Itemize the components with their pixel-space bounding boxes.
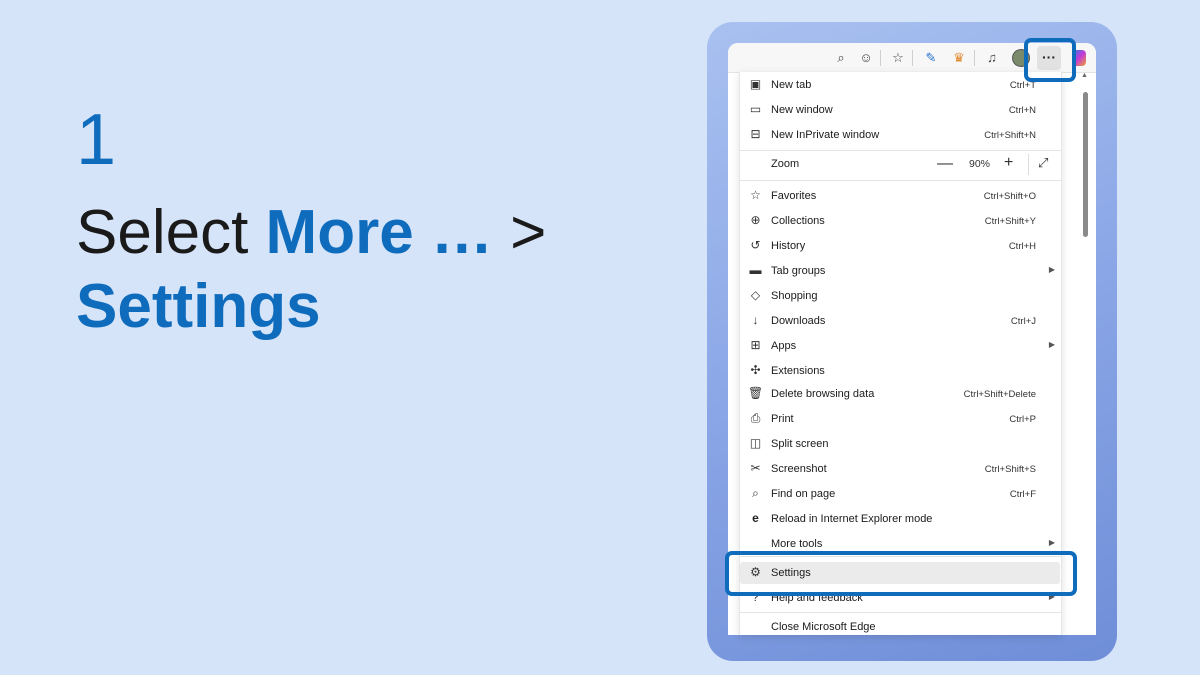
menu-item-find-on-page[interactable]: ⌕ Find on page Ctrl+F <box>740 482 1061 507</box>
chevron-right-icon: ▶ <box>1048 538 1055 547</box>
instruction-settings: Settings <box>76 272 321 341</box>
menu-item-reload-ie-mode[interactable]: e Reload in Internet Explorer mode <box>740 507 1061 532</box>
menu-item-label: Print <box>771 413 794 425</box>
menu-item-screenshot[interactable]: ✂ Screenshot Ctrl+Shift+S <box>740 457 1061 482</box>
find-icon: ⌕ <box>752 486 759 500</box>
menu-item-label: Tab groups <box>771 265 826 277</box>
menu-item-new-tab[interactable]: ▣ New tab Ctrl+T <box>740 73 1061 98</box>
split-screen-icon: ◫ <box>749 436 762 450</box>
menu-item-shortcut: Ctrl+Shift+S <box>984 464 1036 475</box>
toolbar-divider <box>880 50 881 66</box>
menu-item-label: Delete browsing data <box>771 388 875 400</box>
toolbar-divider <box>974 50 975 66</box>
zoom-divider <box>1028 154 1029 175</box>
menu-item-close-edge[interactable]: Close Microsoft Edge <box>740 615 1061 635</box>
menu-item-shopping[interactable]: ◇ Shopping <box>740 284 1061 309</box>
menu-item-label: Apps <box>771 340 797 352</box>
more-button-highlight <box>1024 38 1076 82</box>
menu-item-label: Find on page <box>771 488 836 500</box>
menu-item-print[interactable]: ⎙ Print Ctrl+P <box>740 407 1061 432</box>
instruction-more: More … <box>265 198 493 267</box>
ie-icon: e <box>752 511 759 525</box>
menu-item-shortcut: Ctrl+Shift+N <box>984 130 1036 141</box>
menu-scrollbar[interactable]: ▲ <box>1081 72 1088 635</box>
shopping-tag-icon: ◇ <box>750 288 761 302</box>
menu-divider <box>740 612 1061 613</box>
instruction-text: Select More … > Settings <box>76 196 596 344</box>
menu-item-apps[interactable]: ⊞ Apps ▶ <box>740 334 1061 359</box>
instruction-prefix: Select <box>76 198 266 267</box>
extension-pen-icon[interactable]: ✎ <box>922 49 940 67</box>
menu-item-favorites[interactable]: ☆ Favorites Ctrl+Shift+O <box>740 184 1061 209</box>
menu-item-shortcut: Ctrl+H <box>1008 241 1036 252</box>
menu-item-shortcut: Ctrl+J <box>1010 316 1036 327</box>
menu-item-label: New InPrivate window <box>771 129 880 141</box>
step-number: 1 <box>76 100 117 180</box>
menu-item-history[interactable]: ↺ History Ctrl+H <box>740 234 1061 259</box>
menu-item-label: History <box>771 240 806 252</box>
menu-item-label: Zoom <box>771 158 800 170</box>
menu-item-tab-groups[interactable]: ▬ Tab groups ▶ <box>740 259 1061 284</box>
menu-item-extensions[interactable]: ✣ Extensions <box>740 359 1061 384</box>
emoji-icon[interactable]: ☺ <box>857 49 875 67</box>
chevron-right-icon: ▶ <box>1048 340 1055 349</box>
history-icon: ↺ <box>750 238 761 252</box>
favorites-icon: ☆ <box>750 188 761 202</box>
download-icon: ↓ <box>752 313 759 327</box>
apps-icon: ⊞ <box>750 338 761 352</box>
menu-item-label: New tab <box>771 79 812 91</box>
rewards-icon[interactable]: ♛ <box>950 49 968 67</box>
menu-item-label: Shopping <box>771 290 818 302</box>
settings-highlight <box>725 551 1077 596</box>
menu-item-new-inprivate-window[interactable]: ⊟ New InPrivate window Ctrl+Shift+N <box>740 123 1061 148</box>
menu-item-label: Extensions <box>771 365 825 377</box>
extensions-icon: ✣ <box>750 363 761 377</box>
screenshot-icon: ✂ <box>750 461 761 475</box>
toolbar-divider <box>912 50 913 66</box>
menu-item-label: Screenshot <box>771 463 827 475</box>
fullscreen-icon[interactable]: ⤢ <box>1038 155 1048 171</box>
menu-item-shortcut: Ctrl+N <box>1008 105 1036 116</box>
instruction-separator: > <box>492 198 547 267</box>
menu-item-shortcut: Ctrl+Shift+Delete <box>963 389 1036 400</box>
menu-item-label: Split screen <box>771 438 829 450</box>
menu-item-shortcut: Ctrl+Shift+O <box>983 191 1036 202</box>
menu-item-downloads[interactable]: ↓ Downloads Ctrl+J <box>740 309 1061 334</box>
menu-item-shortcut: Ctrl+Shift+Y <box>984 216 1036 227</box>
menu-divider <box>740 150 1061 151</box>
new-window-icon: ▭ <box>749 102 762 116</box>
menu-item-zoom: Zoom — 90% + ⤢ <box>740 152 1061 177</box>
tab-groups-icon: ▬ <box>749 263 762 277</box>
menu-item-shortcut: Ctrl+F <box>1009 489 1036 500</box>
menu-item-label: Close Microsoft Edge <box>771 621 876 633</box>
zoom-icon[interactable]: ⌕ <box>832 49 850 67</box>
scrollbar-thumb[interactable] <box>1083 92 1088 237</box>
favorite-star-icon[interactable]: ☆ <box>889 49 907 67</box>
menu-item-delete-browsing-data[interactable]: 🗑 Delete browsing data Ctrl+Shift+Delete <box>740 382 1061 407</box>
chevron-right-icon: ▶ <box>1048 265 1055 274</box>
trash-icon: 🗑 <box>748 386 764 400</box>
new-tab-icon: ▣ <box>749 77 762 91</box>
menu-item-shortcut: Ctrl+P <box>1009 414 1036 425</box>
menu-item-label: Favorites <box>771 190 817 202</box>
collections-icon: ⊕ <box>750 213 761 227</box>
menu-item-label: Downloads <box>771 315 826 327</box>
menu-divider <box>740 180 1061 181</box>
menu-item-label: Reload in Internet Explorer mode <box>771 513 933 525</box>
menu-item-label: More tools <box>771 538 823 550</box>
menu-item-split-screen[interactable]: ◫ Split screen <box>740 432 1061 457</box>
menu-item-collections[interactable]: ⊕ Collections Ctrl+Shift+Y <box>740 209 1061 234</box>
inprivate-icon: ⊟ <box>750 127 761 141</box>
zoom-out-button[interactable]: — <box>937 155 953 173</box>
scroll-up-icon[interactable]: ▲ <box>1081 72 1088 79</box>
print-icon: ⎙ <box>750 411 761 425</box>
menu-item-label: Collections <box>771 215 825 227</box>
zoom-level: 90% <box>969 158 991 170</box>
music-icon[interactable]: ♫ <box>983 49 1001 67</box>
zoom-in-button[interactable]: + <box>1004 154 1013 172</box>
menu-item-label: New window <box>771 104 833 116</box>
menu-item-new-window[interactable]: ▭ New window Ctrl+N <box>740 98 1061 123</box>
